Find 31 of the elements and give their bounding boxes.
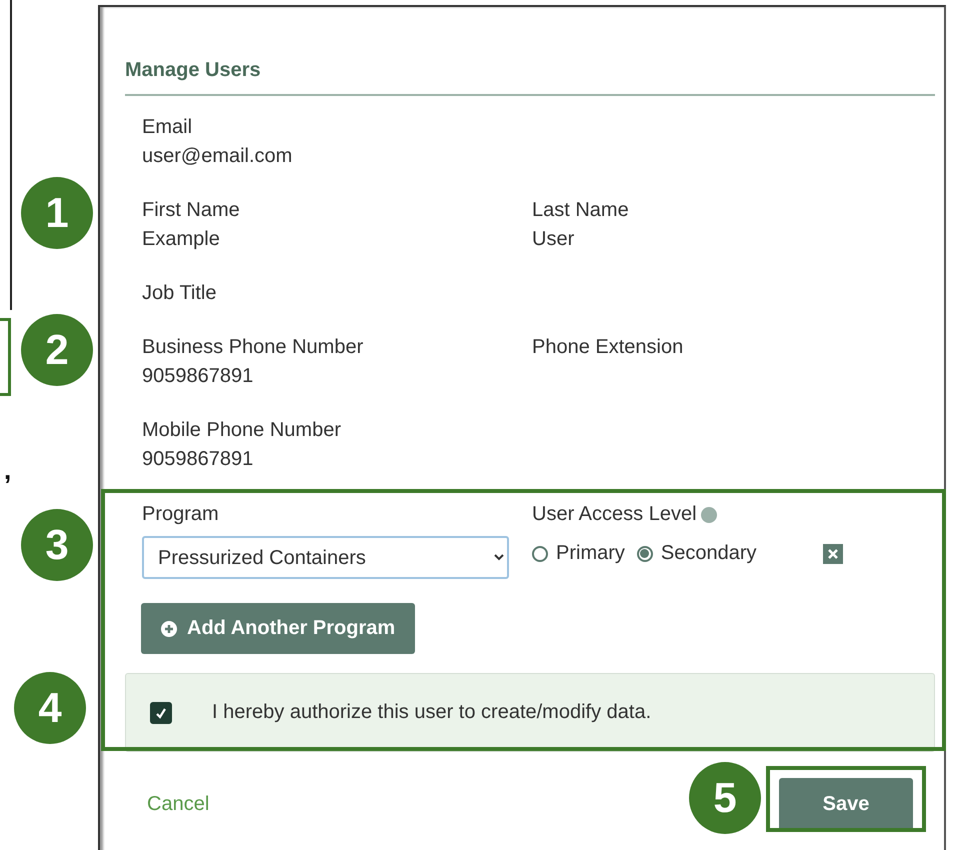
field-value: User <box>532 228 574 251</box>
plus-icon <box>161 620 177 636</box>
remove-icon[interactable] <box>822 544 843 564</box>
field-value: 9059867891 <box>142 448 254 471</box>
field-value: Example <box>142 228 220 251</box>
field-label: User Access Level <box>532 503 697 525</box>
add-program-button[interactable]: Add Another Program <box>141 603 416 654</box>
step-badge: 1 <box>21 177 93 249</box>
authorize-text: I hereby authorize this user to create/modify data. <box>212 701 652 724</box>
authorize-checkbox[interactable] <box>150 702 172 724</box>
program-select[interactable]: Pressurized Containers <box>142 536 509 579</box>
field-value: 9059867891 <box>142 365 254 388</box>
text-fragment: , <box>4 455 12 486</box>
field-label: Last Name <box>532 199 629 222</box>
field-label: First Name <box>142 199 240 222</box>
step-badge: 3 <box>21 509 93 581</box>
step-badge: 2 <box>21 314 93 386</box>
field-label: Mobile Phone Number <box>142 419 341 442</box>
field-label: Business Phone Number <box>142 336 364 359</box>
field-label: Job Title <box>142 282 216 305</box>
dialog-title: Manage Users <box>125 59 261 82</box>
field-label: Phone Extension <box>532 336 684 359</box>
check-icon <box>155 706 167 718</box>
field-label: Program <box>142 503 219 526</box>
step-badge: 4 <box>14 672 86 744</box>
step-badge: 5 <box>689 762 761 834</box>
field-label: Email <box>142 116 192 139</box>
field-value: user@email.com <box>142 145 292 168</box>
access-radio[interactable]: Secondary <box>636 542 757 565</box>
access-radio[interactable]: Primary <box>532 542 625 565</box>
save-button[interactable]: Save <box>779 778 913 831</box>
